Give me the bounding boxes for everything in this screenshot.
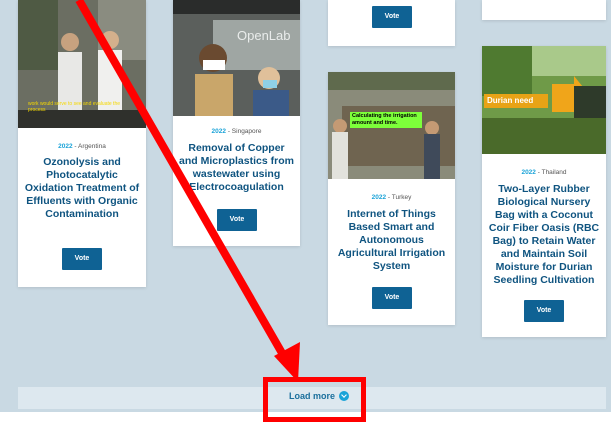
annotation-arrow <box>75 0 300 382</box>
